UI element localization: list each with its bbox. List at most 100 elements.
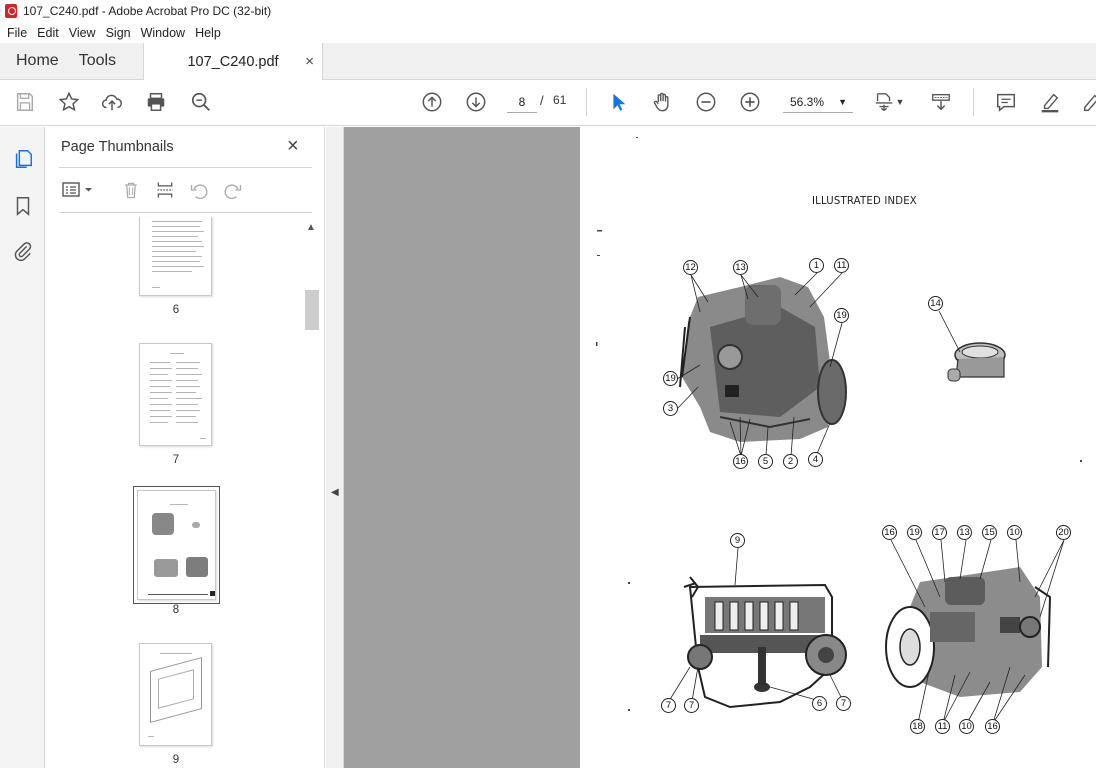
close-tab-icon[interactable]: × (305, 53, 314, 70)
fit-page-icon[interactable] (872, 90, 896, 114)
page-thumbnail-8[interactable] (133, 486, 220, 604)
toolbar-divider (973, 88, 974, 116)
menu-edit[interactable]: Edit (32, 26, 64, 40)
callout: 19 (907, 525, 922, 540)
close-panel-icon[interactable]: × (287, 135, 299, 158)
page-thumbnail-6[interactable] (139, 217, 212, 296)
callout: 19 (663, 371, 678, 386)
previous-page-icon[interactable] (420, 90, 444, 114)
zoom-level-dropdown[interactable]: 56.3% ▼ (783, 91, 853, 113)
scrollbar-thumb[interactable] (305, 290, 319, 330)
callout: 4 (808, 452, 823, 467)
engine-illustration-top-left (679, 277, 847, 442)
zoom-search-icon[interactable] (189, 90, 213, 114)
callout: 7 (661, 698, 676, 713)
tab-document[interactable]: 107_C240.pdf × (143, 43, 324, 80)
thumbnail-scrollbar[interactable]: ▲ (303, 222, 319, 768)
rotate-counterclockwise-icon[interactable] (188, 179, 210, 201)
callout: 7 (836, 696, 851, 711)
menu-sign[interactable]: Sign (101, 26, 136, 40)
callout: 11 (935, 719, 950, 734)
bookmark-star-icon[interactable] (57, 90, 81, 114)
callout: 3 (663, 401, 678, 416)
page-separator: / (540, 93, 544, 108)
page-thumbnails-icon[interactable] (11, 147, 35, 171)
select-cursor-icon[interactable] (606, 90, 630, 114)
callout: 11 (834, 258, 849, 273)
thumbnail-label: 9 (172, 754, 180, 766)
callout: 16 (733, 454, 748, 469)
menu-bar: File Edit View Sign Window Help (0, 22, 1096, 43)
tab-home[interactable]: Home (0, 43, 75, 79)
callout: 5 (758, 454, 773, 469)
callout: 13 (733, 260, 748, 275)
fit-page-chevron-icon[interactable]: ▼ (894, 90, 906, 114)
document-tab-label: 107_C240.pdf (187, 53, 279, 70)
panel-divider (59, 167, 312, 168)
save-icon[interactable] (13, 90, 37, 114)
pdf-app-icon (5, 4, 17, 18)
page-number-input[interactable]: 8 (507, 91, 537, 113)
callout: 10 (959, 719, 974, 734)
upload-cloud-icon[interactable] (100, 90, 124, 114)
total-pages: 61 (553, 93, 567, 107)
collapse-left-icon: ◀ (331, 487, 339, 498)
callout: 12 (683, 260, 698, 275)
menu-window[interactable]: Window (136, 26, 190, 40)
callout: 14 (928, 296, 943, 311)
panel-divider (59, 212, 312, 213)
zoom-in-icon[interactable] (738, 90, 762, 114)
scroll-mode-icon[interactable] (929, 90, 953, 114)
callout: 6 (812, 696, 827, 711)
callout: 15 (982, 525, 997, 540)
air-cleaner-illustration (947, 342, 1006, 382)
scroll-up-icon[interactable]: ▲ (306, 222, 316, 233)
comment-icon[interactable] (994, 90, 1018, 114)
callout: 18 (910, 719, 925, 734)
draw-signature-icon[interactable] (1080, 90, 1096, 114)
callout: 1 (809, 258, 824, 273)
pdf-page[interactable]: ILLUSTRATED INDEX 12 13 1 11 19 19 3 16 … (580, 127, 1096, 768)
callout: 7 (684, 698, 699, 713)
callout: 20 (1056, 525, 1071, 540)
callout: 10 (1007, 525, 1022, 540)
attachments-paperclip-icon[interactable] (11, 239, 35, 263)
delete-page-icon[interactable] (120, 179, 142, 201)
insert-page-icon[interactable] (154, 179, 176, 201)
menu-help[interactable]: Help (190, 26, 226, 40)
engine-illustration-bottom-left (683, 576, 847, 709)
title-bar: 107_C240.pdf - Adobe Acrobat Pro DC (32-… (0, 0, 1096, 22)
zoom-level-value: 56.3% (790, 95, 825, 109)
engine-illustrations (596, 137, 1082, 724)
thumbnail-label: 8 (172, 604, 180, 616)
page-thumbnail-7[interactable] (139, 343, 212, 446)
callout: 17 (932, 525, 947, 540)
thumbnail-label: 6 (172, 304, 180, 316)
toolbar-divider (586, 88, 587, 116)
collapse-panel-handle[interactable]: ◀ (326, 127, 344, 768)
tab-tools[interactable]: Tools (75, 43, 132, 79)
window-title: 107_C240.pdf - Adobe Acrobat Pro DC (32-… (23, 4, 272, 18)
print-icon[interactable] (144, 90, 168, 114)
tab-bar: Home Tools 107_C240.pdf × (0, 43, 1096, 80)
thumbnail-label: 7 (172, 454, 180, 466)
zoom-out-icon[interactable] (694, 90, 718, 114)
thumbnail-options-icon[interactable] (61, 179, 95, 201)
engine-illustration-bottom-right (885, 567, 1052, 697)
page-thumbnail-9[interactable] (139, 643, 212, 746)
highlight-pen-icon[interactable] (1038, 90, 1062, 114)
menu-file[interactable]: File (2, 26, 32, 40)
hand-tool-icon[interactable] (650, 90, 674, 114)
callout: 13 (957, 525, 972, 540)
callout: 16 (882, 525, 897, 540)
navigation-rail (0, 127, 45, 768)
page-thumbnails-panel: Page Thumbnails × 6 7 8 9 ▲ (45, 127, 325, 768)
chevron-down-icon: ▼ (838, 97, 847, 107)
bookmarks-icon[interactable] (11, 194, 35, 218)
callout: 9 (730, 533, 745, 548)
menu-view[interactable]: View (64, 26, 101, 40)
rotate-clockwise-icon[interactable] (222, 179, 244, 201)
toolbar: 8 / 61 56.3% ▼ ▼ (0, 80, 1096, 126)
callout: 16 (985, 719, 1000, 734)
next-page-icon[interactable] (464, 90, 488, 114)
